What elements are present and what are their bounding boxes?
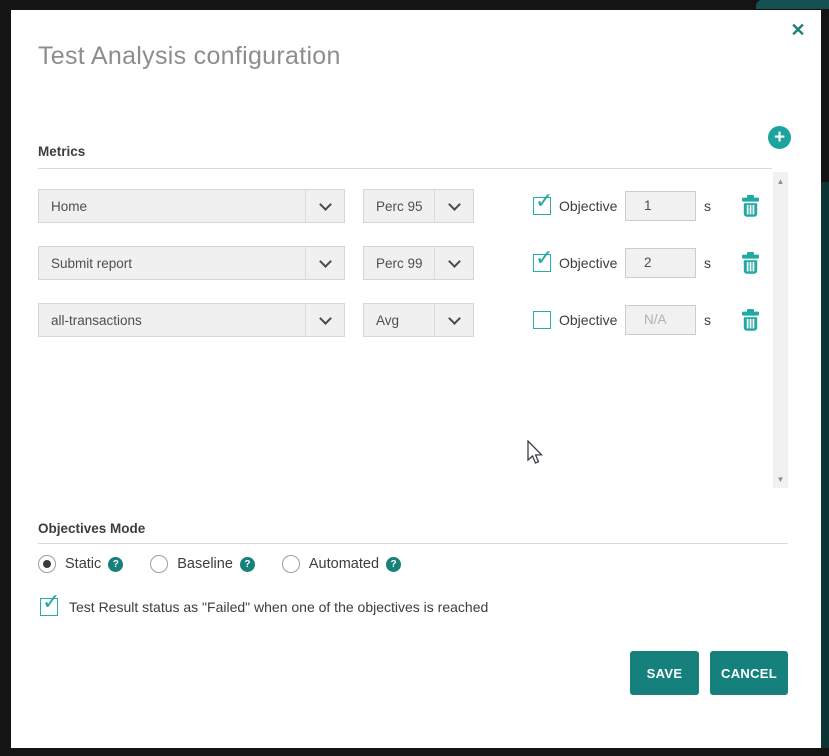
screen: Test Analysis configuration ✕ Metrics + … bbox=[0, 0, 829, 756]
objectives-divider bbox=[38, 543, 788, 544]
metric-row: Home Perc 95 ✓ Objective 1 s bbox=[38, 188, 788, 223]
metric-select[interactable]: Submit report bbox=[38, 246, 345, 280]
fail-status-label: Test Result status as "Failed" when one … bbox=[69, 599, 489, 615]
save-button[interactable]: SAVE bbox=[630, 651, 699, 695]
objective-checkbox[interactable]: ✓ bbox=[533, 245, 553, 272]
metrics-divider bbox=[38, 168, 772, 169]
chevron-down-icon bbox=[305, 304, 344, 336]
fail-status-checkbox[interactable]: ✓ bbox=[40, 589, 60, 616]
aggregation-select-value: Perc 99 bbox=[376, 255, 423, 271]
radio-label: Static bbox=[65, 556, 102, 572]
test-analysis-dialog: Test Analysis configuration ✕ Metrics + … bbox=[11, 10, 821, 748]
check-icon: ✓ bbox=[535, 245, 554, 270]
close-icon[interactable]: ✕ bbox=[787, 19, 809, 41]
scroll-up-icon[interactable]: ▲ bbox=[773, 174, 788, 188]
metric-select-value: Home bbox=[51, 198, 88, 214]
page-title: Test Analysis configuration bbox=[38, 42, 341, 70]
chevron-down-icon bbox=[305, 247, 344, 279]
trash-icon[interactable] bbox=[741, 252, 760, 274]
background-page-fragment bbox=[821, 182, 829, 748]
help-icon[interactable]: ? bbox=[108, 556, 124, 572]
unit-label: s bbox=[704, 312, 711, 328]
fail-status-row: ✓ Test Result status as "Failed" when on… bbox=[40, 589, 489, 616]
radio-option-automated[interactable]: Automated ? bbox=[281, 555, 402, 573]
objective-label: Objective bbox=[559, 255, 618, 271]
aggregation-select-value: Perc 95 bbox=[376, 198, 423, 214]
check-icon: ✓ bbox=[535, 188, 554, 213]
background-page-fragment bbox=[756, 0, 829, 9]
objective-label: Objective bbox=[559, 312, 618, 328]
add-metric-button[interactable]: + bbox=[768, 126, 791, 149]
metrics-scrollbar[interactable]: ▲ ▼ bbox=[773, 172, 788, 488]
chevron-down-icon bbox=[305, 190, 344, 222]
metrics-heading: Metrics bbox=[38, 144, 86, 159]
objective-value-input[interactable]: N/A bbox=[625, 305, 696, 335]
help-icon[interactable]: ? bbox=[239, 556, 255, 572]
objective-label: Objective bbox=[559, 198, 618, 214]
objective-checkbox[interactable]: ✓ bbox=[533, 311, 551, 329]
objective-value-input[interactable]: 1 bbox=[625, 191, 696, 221]
help-icon[interactable]: ? bbox=[386, 556, 402, 572]
radio-option-baseline[interactable]: Baseline ? bbox=[150, 555, 255, 573]
scroll-down-icon[interactable]: ▼ bbox=[773, 472, 788, 486]
metric-select[interactable]: all-transactions bbox=[38, 303, 345, 337]
aggregation-select[interactable]: Avg bbox=[363, 303, 474, 337]
metric-select-value: all-transactions bbox=[51, 312, 142, 328]
trash-icon[interactable] bbox=[741, 195, 760, 217]
objective-checkbox[interactable]: ✓ bbox=[533, 188, 553, 215]
trash-icon[interactable] bbox=[741, 309, 760, 331]
radio-label: Baseline bbox=[177, 556, 233, 572]
chevron-down-icon bbox=[434, 304, 473, 336]
unit-label: s bbox=[704, 255, 711, 271]
objective-value-input[interactable]: 2 bbox=[625, 248, 696, 278]
radio-option-static[interactable]: Static ? bbox=[38, 555, 124, 573]
aggregation-select[interactable]: Perc 95 bbox=[363, 189, 474, 223]
cancel-button[interactable]: CANCEL bbox=[710, 651, 788, 695]
radio-label: Automated bbox=[308, 556, 380, 572]
radio-button[interactable] bbox=[38, 555, 56, 573]
radio-button[interactable] bbox=[150, 555, 169, 573]
metric-select-value: Submit report bbox=[51, 255, 133, 271]
metric-select[interactable]: Home bbox=[38, 189, 345, 223]
objectives-mode-heading: Objectives Mode bbox=[38, 521, 146, 536]
metric-row: all-transactions Avg ✓ Objective N/A s bbox=[38, 303, 788, 337]
aggregation-select[interactable]: Perc 99 bbox=[363, 246, 474, 280]
objectives-mode-options: Static ? Baseline ? Automated ? bbox=[38, 554, 428, 574]
unit-label: s bbox=[704, 198, 711, 214]
chevron-down-icon bbox=[434, 247, 473, 279]
aggregation-select-value: Avg bbox=[376, 312, 400, 328]
radio-button[interactable] bbox=[281, 555, 300, 573]
chevron-down-icon bbox=[434, 190, 473, 222]
metric-row: Submit report Perc 99 ✓ Objective 2 s bbox=[38, 245, 788, 280]
check-icon: ✓ bbox=[42, 589, 61, 614]
